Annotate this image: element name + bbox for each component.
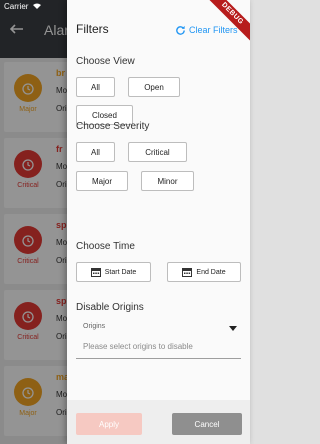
disable-origins-heading: Disable Origins — [76, 302, 144, 313]
origins-dropdown[interactable]: Origins Please select origins to disable — [76, 319, 241, 359]
end-date-button[interactable]: End Date — [167, 262, 241, 282]
drawer-title: Filters — [76, 22, 109, 36]
origins-placeholder: Please select origins to disable — [83, 342, 193, 351]
refresh-icon — [176, 25, 185, 35]
severity-minor-chip[interactable]: Minor — [141, 171, 194, 191]
end-date-label: End Date — [196, 268, 226, 276]
severity-major-chip[interactable]: Major — [76, 171, 128, 191]
clear-filters-label: Clear Filters — [189, 25, 238, 35]
view-open-chip[interactable]: Open — [128, 77, 180, 97]
start-date-label: Start Date — [104, 268, 137, 276]
wifi-icon — [32, 3, 41, 9]
choose-time-heading: Choose Time — [76, 241, 135, 252]
status-bar: Carrier — [0, 0, 250, 14]
origins-label: Origins — [83, 323, 106, 330]
choose-severity-heading: Choose Severity — [76, 121, 150, 132]
calendar-icon — [182, 268, 193, 277]
carrier-label: Carrier — [4, 2, 29, 11]
severity-critical-chip[interactable]: Critical — [128, 142, 187, 162]
start-date-button[interactable]: Start Date — [76, 262, 151, 282]
calendar-icon — [90, 268, 101, 277]
apply-button[interactable]: Apply — [76, 413, 142, 435]
cancel-button[interactable]: Cancel — [172, 413, 242, 435]
severity-all-chip[interactable]: All — [76, 142, 115, 162]
filter-drawer: DEBUG Filters Clear Filters Choose View … — [67, 0, 250, 444]
drawer-footer: Apply Cancel — [67, 400, 250, 444]
caret-down-icon — [229, 326, 237, 331]
clear-filters-button[interactable]: Clear Filters — [175, 22, 238, 38]
choose-view-heading: Choose View — [76, 56, 135, 67]
view-all-chip[interactable]: All — [76, 77, 115, 97]
